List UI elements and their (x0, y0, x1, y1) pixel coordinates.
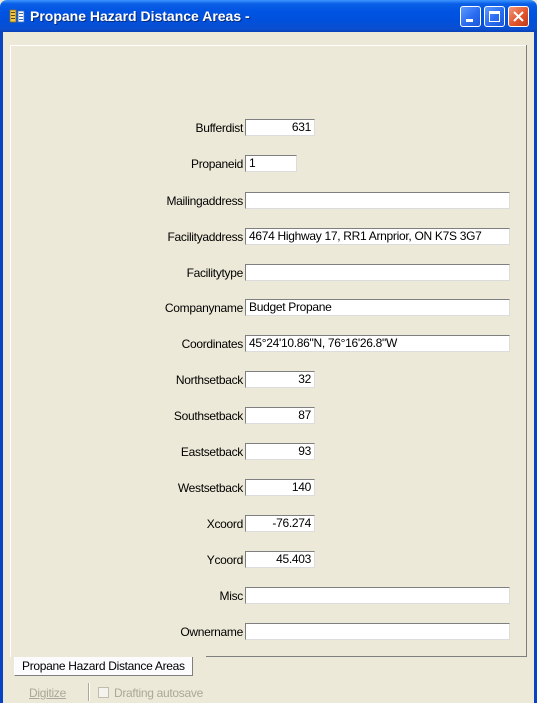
eastsetback-field[interactable]: 93 (245, 443, 315, 460)
facilitytype-field[interactable] (245, 264, 510, 281)
westsetback-field[interactable]: 140 (245, 479, 315, 496)
mailingaddress-field[interactable] (245, 192, 510, 209)
tab-propane-hazard-distance-areas[interactable]: Propane Hazard Distance Areas (14, 657, 193, 676)
maximize-icon (489, 11, 500, 22)
propaneid-field[interactable]: 1 (245, 155, 297, 172)
title-bar[interactable]: Propane Hazard Distance Areas - (0, 0, 537, 32)
companyname-label: Companyname (164, 301, 243, 315)
toolbar-separator (88, 683, 90, 701)
drafting-autosave-checkbox[interactable] (98, 687, 109, 698)
propaneid-label: Propaneid (190, 157, 243, 171)
xcoord-field[interactable]: -76.274 (245, 515, 315, 532)
northsetback-label: Northsetback (175, 373, 243, 387)
facilityaddress-field[interactable]: 4674 Highway 17, RR1 Arnprior, ON K7S 3G… (245, 228, 510, 245)
mailingaddress-label: Mailingaddress (166, 194, 243, 208)
southsetback-field[interactable]: 87 (245, 407, 315, 424)
maximize-button[interactable] (484, 6, 505, 27)
close-button[interactable] (508, 6, 529, 27)
bufferdist-label: Bufferdist (195, 121, 244, 135)
minimize-button[interactable] (460, 6, 481, 27)
facilitytype-label: Facilitytype (186, 266, 244, 280)
coordinates-label: Coordinates (181, 337, 244, 351)
xcoord-label: Xcoord (206, 517, 244, 531)
window-title: Propane Hazard Distance Areas - (30, 8, 250, 24)
southsetback-label: Southsetback (173, 409, 243, 423)
ownername-field[interactable] (245, 623, 510, 640)
facilityaddress-label: Facilityaddress (167, 230, 243, 244)
misc-label: Misc (219, 589, 244, 603)
misc-field[interactable] (245, 587, 510, 604)
ycoord-field[interactable]: 45.403 (245, 551, 315, 568)
northsetback-field[interactable]: 32 (245, 371, 315, 388)
close-icon (513, 11, 524, 22)
westsetback-label: Westsetback (177, 481, 243, 495)
coordinates-field[interactable]: 45°24'10.86"N, 76°16'26.8"W (245, 335, 510, 352)
drafting-autosave-label: Drafting autosave (114, 686, 203, 700)
tab-strip-line (206, 656, 527, 657)
eastsetback-label: Eastsetback (180, 445, 243, 459)
companyname-field[interactable]: Budget Propane (245, 299, 510, 316)
minimize-icon (466, 19, 473, 22)
digitize-button[interactable]: Digitize (29, 686, 66, 700)
bufferdist-field[interactable]: 631 (245, 119, 315, 136)
ycoord-label: Ycoord (206, 553, 244, 567)
app-icon (9, 9, 25, 23)
ownername-label: Ownername (180, 625, 243, 639)
